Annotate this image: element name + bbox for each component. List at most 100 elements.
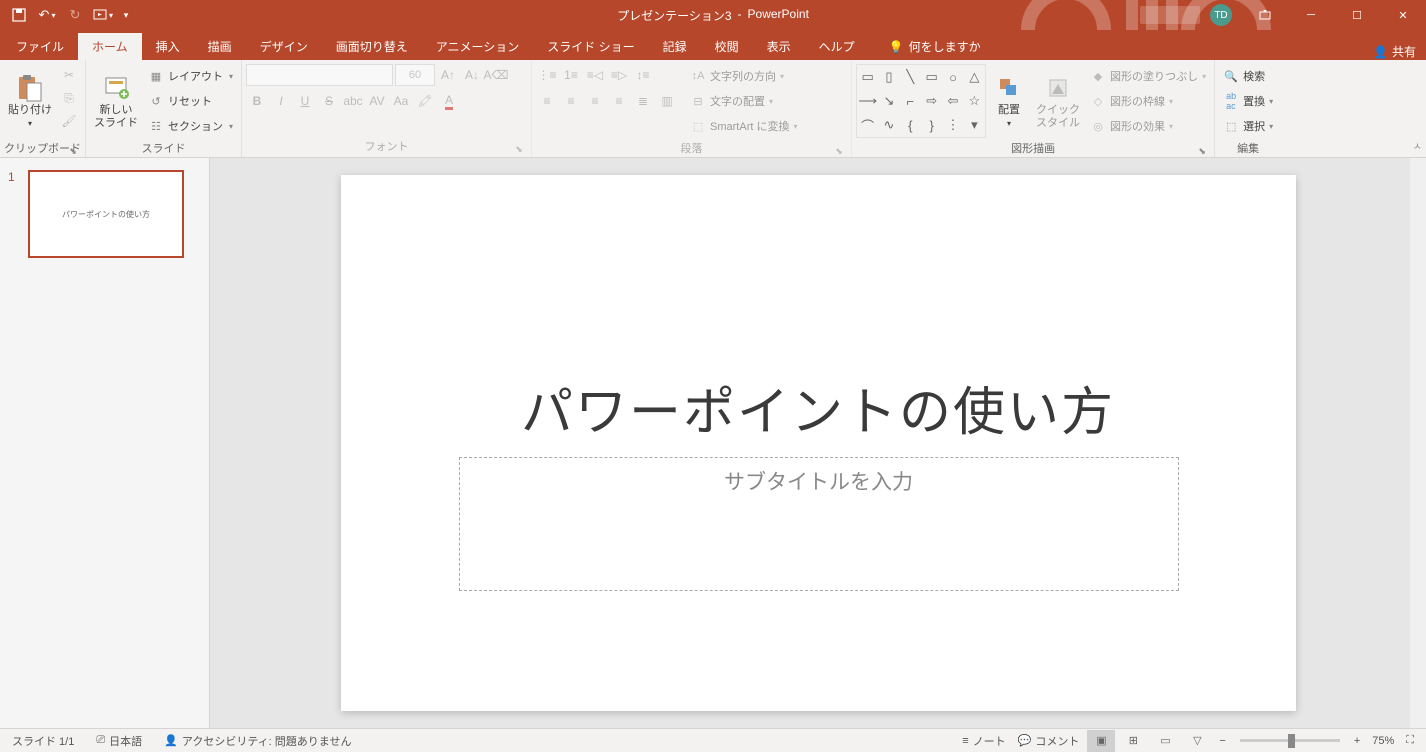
undo-button[interactable]: ↶▾ xyxy=(34,2,60,28)
sorter-view-button[interactable]: ⊞ xyxy=(1119,730,1147,752)
replace-button[interactable]: abac置換▾ xyxy=(1219,89,1277,113)
shape-more1[interactable]: ⋮ xyxy=(942,113,963,137)
thumbnail-item[interactable]: 1 パワーポイントの使い方 xyxy=(8,170,201,258)
comments-button[interactable]: 💬コメント xyxy=(1014,730,1084,752)
tab-home[interactable]: ホーム xyxy=(78,33,142,60)
decrease-font-button[interactable]: A↓ xyxy=(461,64,483,86)
zoom-slider-thumb[interactable] xyxy=(1288,734,1295,748)
copy-button[interactable]: ⎘ xyxy=(58,87,80,109)
paragraph-launcher[interactable]: ⬊ xyxy=(833,145,845,157)
tab-animations[interactable]: アニメーション xyxy=(422,33,534,60)
select-button[interactable]: ⬚選択▾ xyxy=(1219,114,1277,138)
quick-styles-button[interactable]: クイック スタイル xyxy=(1032,64,1084,138)
arrange-button[interactable]: 配置▾ xyxy=(988,64,1030,138)
tab-view[interactable]: 表示 xyxy=(753,33,805,60)
share-button[interactable]: 👤 共有 xyxy=(1373,43,1416,60)
shape-outline-button[interactable]: ◇図形の枠線▾ xyxy=(1086,89,1210,113)
slide-counter[interactable]: スライド 1/1 xyxy=(8,730,78,752)
shape-oval[interactable]: ○ xyxy=(942,65,963,89)
normal-view-button[interactable]: ▣ xyxy=(1087,730,1115,752)
close-button[interactable]: ✕ xyxy=(1380,0,1426,30)
redo-button[interactable]: ↻ xyxy=(62,2,88,28)
change-case-button[interactable]: Aa xyxy=(390,90,412,112)
decrease-indent-button[interactable]: ≡◁ xyxy=(584,64,606,86)
slide[interactable]: パワーポイントの使い方 サブタイトルを入力 xyxy=(341,175,1296,711)
font-launcher[interactable]: ⬊ xyxy=(513,143,525,155)
clear-formatting-button[interactable]: A⌫ xyxy=(485,64,507,86)
shape-arrow-l[interactable]: ⇦ xyxy=(942,89,963,113)
shadow-button[interactable]: abc xyxy=(342,90,364,112)
tell-me-search[interactable]: 💡 何をしますか xyxy=(877,33,993,60)
shape-arrow-r[interactable]: ⇨ xyxy=(921,89,942,113)
drawing-launcher[interactable]: ⬊ xyxy=(1196,145,1208,157)
reading-view-button[interactable]: ▭ xyxy=(1151,730,1179,752)
shape-effects-button[interactable]: ◎図形の効果▾ xyxy=(1086,114,1210,138)
shape-more2[interactable]: ▾ xyxy=(964,113,985,137)
slideshow-view-button[interactable]: ▽ xyxy=(1183,730,1211,752)
tab-record[interactable]: 記録 xyxy=(649,33,701,60)
shape-arc[interactable]: ⌒ xyxy=(857,113,878,137)
tab-insert[interactable]: 挿入 xyxy=(142,33,194,60)
increase-font-button[interactable]: A↑ xyxy=(437,64,459,86)
fit-to-window-button[interactable]: ⛶ xyxy=(1402,730,1418,752)
shape-brace-r[interactable]: } xyxy=(921,113,942,137)
smartart-button[interactable]: ⬚SmartArt に変換▾ xyxy=(686,114,801,138)
align-right-button[interactable]: ≡ xyxy=(584,90,606,112)
shape-brace-l[interactable]: { xyxy=(900,113,921,137)
tab-slideshow[interactable]: スライド ショー xyxy=(533,33,648,60)
clipboard-launcher[interactable]: ⬊ xyxy=(67,145,79,157)
shape-curve[interactable]: ∿ xyxy=(878,113,899,137)
font-color-button[interactable]: A xyxy=(438,90,460,112)
cut-button[interactable]: ✂ xyxy=(58,64,80,86)
format-painter-button[interactable]: 🖌 xyxy=(58,110,80,132)
font-name-input[interactable] xyxy=(246,64,393,86)
justify-button[interactable]: ≡ xyxy=(608,90,630,112)
thumbnail-preview[interactable]: パワーポイントの使い方 xyxy=(28,170,184,258)
accessibility-checker[interactable]: 👤アクセシビリティ: 問題ありません xyxy=(160,730,355,752)
collapse-ribbon-button[interactable]: ㅅ xyxy=(1413,138,1422,153)
char-spacing-button[interactable]: AV xyxy=(366,90,388,112)
section-button[interactable]: ☷セクション▾ xyxy=(144,114,237,138)
zoom-slider[interactable] xyxy=(1240,739,1340,742)
shape-arrow1[interactable]: ⟶ xyxy=(857,89,878,113)
shape-vtextbox[interactable]: ▯ xyxy=(878,65,899,89)
shape-textbox[interactable]: ▭ xyxy=(857,65,878,89)
shape-star[interactable]: ☆ xyxy=(964,89,985,113)
tab-help[interactable]: ヘルプ xyxy=(805,33,869,60)
shape-fill-button[interactable]: ◆図形の塗りつぶし▾ xyxy=(1086,64,1210,88)
minimize-button[interactable]: ─ xyxy=(1288,0,1334,30)
align-text-button[interactable]: ⊟文字の配置▾ xyxy=(686,89,801,113)
tab-review[interactable]: 校閲 xyxy=(701,33,753,60)
strikethrough-button[interactable]: S xyxy=(318,90,340,112)
start-from-beginning-button[interactable]: ▾ xyxy=(90,2,116,28)
zoom-in-button[interactable]: + xyxy=(1350,730,1364,752)
text-direction-button[interactable]: ↕A文字列の方向▾ xyxy=(686,64,801,88)
tab-file[interactable]: ファイル xyxy=(2,33,78,60)
numbering-button[interactable]: 1≡ xyxy=(560,64,582,86)
shape-connector[interactable]: ⌐ xyxy=(900,89,921,113)
align-left-button[interactable]: ≡ xyxy=(536,90,558,112)
tab-draw[interactable]: 描画 xyxy=(194,33,246,60)
columns-button[interactable]: ▥ xyxy=(656,90,678,112)
line-spacing-button[interactable]: ↕≡ xyxy=(632,64,654,86)
vertical-scrollbar[interactable] xyxy=(1410,158,1426,728)
tab-transitions[interactable]: 画面切り替え xyxy=(322,33,422,60)
slide-subtitle-placeholder[interactable]: サブタイトルを入力 xyxy=(459,457,1179,591)
slide-thumbnails-panel[interactable]: 1 パワーポイントの使い方 xyxy=(0,158,210,728)
layout-button[interactable]: ▦レイアウト▾ xyxy=(144,64,237,88)
reset-button[interactable]: ↺リセット xyxy=(144,89,237,113)
notes-button[interactable]: ≡ノート xyxy=(958,730,1009,752)
language-indicator[interactable]: ⎚日本語 xyxy=(92,730,146,752)
maximize-button[interactable]: ☐ xyxy=(1334,0,1380,30)
distribute-button[interactable]: ≣ xyxy=(632,90,654,112)
shape-rect[interactable]: ▭ xyxy=(921,65,942,89)
tab-design[interactable]: デザイン xyxy=(246,33,322,60)
user-avatar[interactable]: TD xyxy=(1210,4,1232,26)
zoom-level[interactable]: 75% xyxy=(1368,730,1398,752)
highlight-button[interactable]: 🖍 xyxy=(414,90,436,112)
bullets-button[interactable]: ⋮≡ xyxy=(536,64,558,86)
slide-canvas-area[interactable]: パワーポイントの使い方 サブタイトルを入力 xyxy=(210,158,1426,728)
new-slide-button[interactable]: 新しい スライド xyxy=(90,64,142,138)
increase-indent-button[interactable]: ≡▷ xyxy=(608,64,630,86)
save-button[interactable] xyxy=(6,2,32,28)
